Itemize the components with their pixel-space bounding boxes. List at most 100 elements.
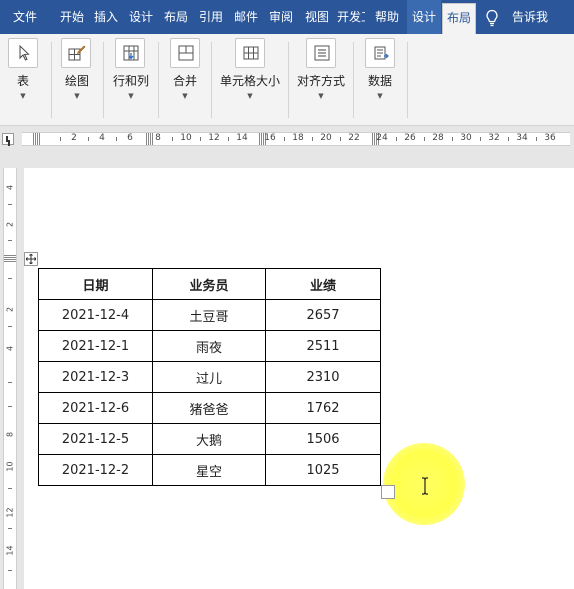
chevron-down-icon: ▼ <box>74 92 80 100</box>
group-alignment-label: 对齐方式 <box>296 74 345 88</box>
ruler-number: 30 <box>460 133 472 143</box>
tab-view[interactable]: 视图 <box>301 0 333 34</box>
table-select-icon <box>8 38 38 68</box>
tab-insert[interactable]: 插入 <box>90 0 122 34</box>
alignment-icon <box>306 38 336 68</box>
group-table-label: 表 <box>16 74 29 88</box>
tab-table-design[interactable]: 设计 <box>407 0 441 34</box>
cell-salesperson[interactable]: 猪爸爸 <box>152 392 266 424</box>
ruler-number: 20 <box>320 133 332 143</box>
row-marker[interactable] <box>4 254 16 262</box>
cell-performance[interactable]: 2511 <box>265 330 381 362</box>
ruler-number: 8 <box>155 133 161 143</box>
cell-salesperson[interactable]: 大鹅 <box>152 423 266 455</box>
group-rows-columns[interactable]: 行和列 ▼ <box>104 34 158 124</box>
ruler-number: 2 <box>71 133 77 143</box>
group-data[interactable]: 数据 ▼ <box>354 34 406 124</box>
group-merge[interactable]: 合并 ▼ <box>159 34 211 124</box>
tab-references[interactable]: 引用 <box>195 0 227 34</box>
cell-date[interactable]: 2021-12-4 <box>38 299 153 331</box>
ruler-tick <box>8 278 12 279</box>
sales-table[interactable]: 日期 业务员 业绩 2021-12-4 土豆哥 2657 2021-12-1 雨… <box>38 268 381 486</box>
group-data-label: 数据 <box>367 74 392 88</box>
ruler-tick <box>60 137 61 141</box>
ruler-tick <box>312 137 313 141</box>
ruler-number: 14 <box>236 133 248 143</box>
group-cell-size-label: 单元格大小 <box>219 74 280 88</box>
cell-size-icon <box>235 38 265 68</box>
horizontal-ruler[interactable]: 2 4 6 8 10 12 14 16 18 20 22 24 26 28 30… <box>0 130 574 148</box>
cell-performance[interactable]: 2310 <box>265 361 381 393</box>
header-performance[interactable]: 业绩 <box>265 268 381 300</box>
cell-date[interactable]: 2021-12-1 <box>38 330 153 362</box>
ruler-number: 26 <box>404 133 416 143</box>
group-draw-label: 绘图 <box>64 74 89 88</box>
tab-developer[interactable]: 开发工具 <box>337 0 365 34</box>
ruler-tick <box>8 406 12 407</box>
cell-salesperson[interactable]: 星空 <box>152 454 266 486</box>
group-cell-size[interactable]: 单元格大小 ▼ <box>212 34 288 124</box>
ruler-number: 4 <box>5 345 15 352</box>
ruler-tick <box>8 204 12 205</box>
ruler-tick <box>8 488 12 489</box>
group-table[interactable]: 表 ▼ <box>0 34 50 124</box>
cell-performance[interactable]: 2657 <box>265 299 381 331</box>
tab-table-layout[interactable]: 布局 <box>442 3 476 34</box>
ruler-number: 4 <box>99 133 105 143</box>
ruler-tick <box>452 137 453 141</box>
ruler-tick <box>396 137 397 141</box>
cell-date[interactable]: 2021-12-6 <box>38 392 153 424</box>
header-salesperson[interactable]: 业务员 <box>152 268 266 300</box>
cell-performance[interactable]: 1762 <box>265 392 381 424</box>
group-alignment[interactable]: 对齐方式 ▼ <box>289 34 353 124</box>
tab-design[interactable]: 设计 <box>125 0 157 34</box>
ruler-tick <box>228 137 229 141</box>
ruler-number: 16 <box>264 133 276 143</box>
tab-file[interactable]: 文件 <box>0 0 50 34</box>
cell-performance[interactable]: 1025 <box>265 454 381 486</box>
group-draw[interactable]: 绘图 ▼ <box>52 34 102 124</box>
draw-table-icon <box>61 38 91 68</box>
vertical-ruler[interactable]: 4 2 2 4 8 10 12 14 <box>0 168 20 589</box>
tell-me-search[interactable]: 告诉我 <box>512 0 572 34</box>
chevron-down-icon: ▼ <box>318 92 324 100</box>
tab-home[interactable]: 开始 <box>56 0 88 34</box>
chevron-down-icon: ▼ <box>182 92 188 100</box>
cell-salesperson[interactable]: 雨夜 <box>152 330 266 362</box>
ruler-number: 10 <box>5 461 15 472</box>
ruler-number: 34 <box>516 133 528 143</box>
ruler-number: 14 <box>5 545 15 556</box>
ruler-number: 8 <box>5 431 15 438</box>
chevron-down-icon: ▼ <box>377 92 383 100</box>
table-move-handle[interactable] <box>24 252 38 266</box>
ruler-tick <box>172 137 173 141</box>
tab-stop-selector[interactable] <box>2 133 14 145</box>
ruler-number: 24 <box>376 133 388 143</box>
cell-salesperson[interactable]: 土豆哥 <box>152 299 266 331</box>
ruler-number: 12 <box>5 507 15 518</box>
ruler-tick <box>424 137 425 141</box>
group-rows-columns-label: 行和列 <box>112 74 149 88</box>
tab-layout[interactable]: 布局 <box>160 0 192 34</box>
table-row: 2021-12-2 星空 1025 <box>38 454 381 486</box>
ruler-tick <box>340 137 341 141</box>
ruler-tick <box>480 137 481 141</box>
merge-cells-icon <box>170 38 200 68</box>
cell-date[interactable]: 2021-12-3 <box>38 361 153 393</box>
ruler-tick <box>508 137 509 141</box>
indent-marker[interactable] <box>33 133 41 145</box>
cell-date[interactable]: 2021-12-2 <box>38 454 153 486</box>
tab-review[interactable]: 审阅 <box>265 0 297 34</box>
cell-date[interactable]: 2021-12-5 <box>38 423 153 455</box>
data-icon <box>365 38 395 68</box>
tab-mailings[interactable]: 邮件 <box>230 0 262 34</box>
table-resize-handle[interactable] <box>381 485 395 499</box>
ruler-tick <box>284 137 285 141</box>
cell-salesperson[interactable]: 过儿 <box>152 361 266 393</box>
cell-performance[interactable]: 1506 <box>265 423 381 455</box>
rows-columns-icon <box>115 38 145 68</box>
tab-help[interactable]: 帮助 <box>371 0 403 34</box>
ribbon-table-layout: 表 ▼ 绘图 ▼ 行和列 ▼ 合并 ▼ 单元格大小 ▼ 对齐方式 ▼ 数据 ▼ <box>0 34 574 126</box>
word-window: 文件 开始 插入 设计 布局 引用 邮件 审阅 视图 开发工具 帮助 设计 布局… <box>0 0 574 589</box>
header-date[interactable]: 日期 <box>38 268 153 300</box>
